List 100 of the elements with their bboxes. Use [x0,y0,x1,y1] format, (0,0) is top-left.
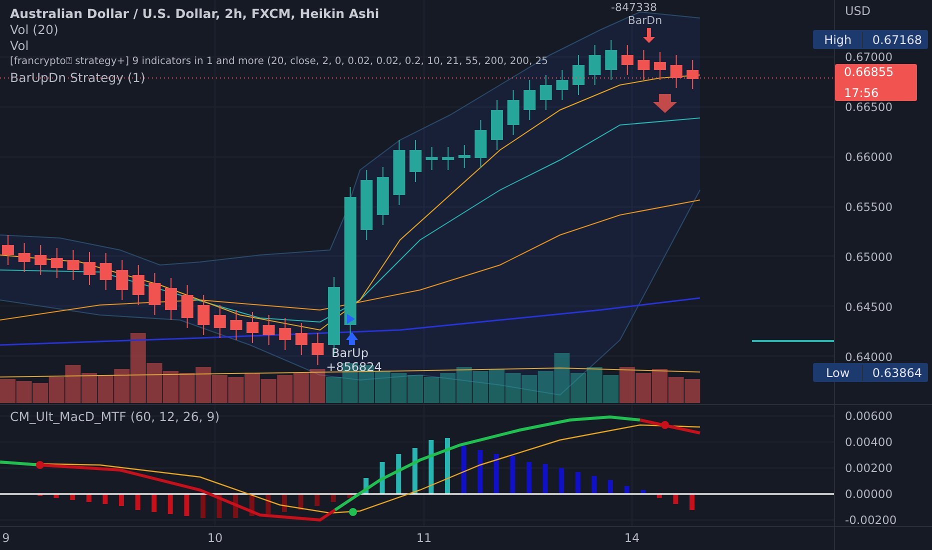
candlestick [50,248,63,278]
volume-bar [163,371,178,403]
candlestick [491,100,503,150]
histogram-bar [102,494,108,504]
high-label: High [813,32,864,48]
low-value: 0.63864 [871,364,923,380]
volume-bar [310,369,326,403]
candlestick [442,146,454,170]
candlestick [148,272,161,316]
volume-bar [619,367,635,403]
price-tick: 0.64000 [845,350,893,364]
macd-tick: 0.00000 [845,487,893,501]
volume-bar [32,383,48,403]
histogram-bar [412,448,418,494]
indicator-legend: BarUpDn Strategy (1) [10,70,146,85]
candlestick [295,322,308,356]
volume-bar [0,379,16,403]
high-value: 0.67168 [871,32,923,48]
crossover-dot [349,508,357,516]
candlestick [2,234,14,266]
indicator-title: CM_Ult_MacD_MTF (60, 12, 26, 9) [10,409,220,424]
histogram-bar [428,440,434,494]
candlestick [474,120,487,168]
bar-countdown: 17:56 [844,86,880,100]
volume-bar [522,375,538,403]
volume-bar [505,373,521,403]
candlestick [605,40,618,80]
price-tick: 0.65500 [845,200,893,214]
histogram-bar [640,490,646,494]
volume-bar [440,373,456,403]
signal-label: BarUp [332,346,368,360]
histogram-bar [233,494,238,518]
price-tick: 0.66500 [845,100,893,114]
macd-tick: -0.00200 [845,513,897,527]
time-tick: 10 [207,531,223,545]
candlestick [458,144,470,168]
candlestick [116,260,128,300]
histogram-bar [542,464,548,494]
triangle-icon [347,314,355,324]
candlestick [67,250,80,280]
candlestick [18,242,30,272]
last-price: 0.66855 [844,65,895,79]
histogram-bar [575,472,580,494]
histogram-bar [478,450,483,494]
histogram-bar [314,494,320,506]
down-arrow-icon [643,28,655,43]
histogram-bar [624,486,630,494]
signal-amount: +856824 [326,360,382,374]
candlestick [410,140,422,182]
volume-bar [16,381,32,403]
time-tick: 14 [624,531,640,545]
indicator-legend: [francrypto⍰ strategy+] 9 indicators in 1 and more (20, close, 2, 0, 0.02, 0.02, 0.2, 10, 21, 55, 200, 200, 25 [10,54,548,69]
macd-tick: 0.00400 [845,435,893,449]
volume-bar [489,369,504,403]
candlestick [654,52,666,80]
up-arrow-icon [346,332,358,345]
candlestick [198,294,210,336]
currency-label: USD [845,4,871,18]
histogram-bar [54,494,59,498]
histogram-bar [86,494,92,502]
histogram-bar [690,494,694,510]
macd-tick: 0.00200 [845,461,893,475]
histogram-bar [461,446,466,494]
histogram-bar [396,454,402,494]
volume-bar [293,373,309,403]
candlestick [360,170,373,240]
histogram-bar [608,480,613,494]
histogram-bar [559,468,564,494]
candlestick [246,312,258,344]
volume-bar [179,373,195,403]
candlestick [393,140,406,206]
volume-bar [586,367,602,403]
candlestick [670,54,682,88]
candlestick [524,80,536,120]
chart-title: Australian Dollar / U.S. Dollar, 2h, FXCM, Heikin Ashi [10,6,380,21]
candlestick [181,284,194,328]
candlestick [572,54,584,96]
time-tick: 11 [416,531,432,545]
histogram-bar [282,494,287,512]
histogram-bar [347,494,352,498]
histogram-bar [445,438,450,494]
histogram-bar [119,494,124,506]
volume-bar [636,373,652,403]
volume-bar [82,373,97,403]
candlestick [34,244,47,276]
histogram-bar [330,494,336,502]
crossover-dot [661,421,669,429]
volume-bar [212,375,228,403]
volume-bar [260,379,276,403]
histogram-bar [494,454,499,494]
volume-bar [244,373,260,403]
volume-bar [98,375,114,403]
price-tick: 0.67000 [845,50,893,64]
candlestick [426,146,438,170]
indicator-legend: Vol (20) [10,22,58,37]
indicator-legend: Vol [10,38,29,53]
volume-bar [456,367,472,403]
histogram-bar [184,494,190,516]
candlestick [84,252,96,286]
macd-tick: 0.00600 [845,409,893,423]
